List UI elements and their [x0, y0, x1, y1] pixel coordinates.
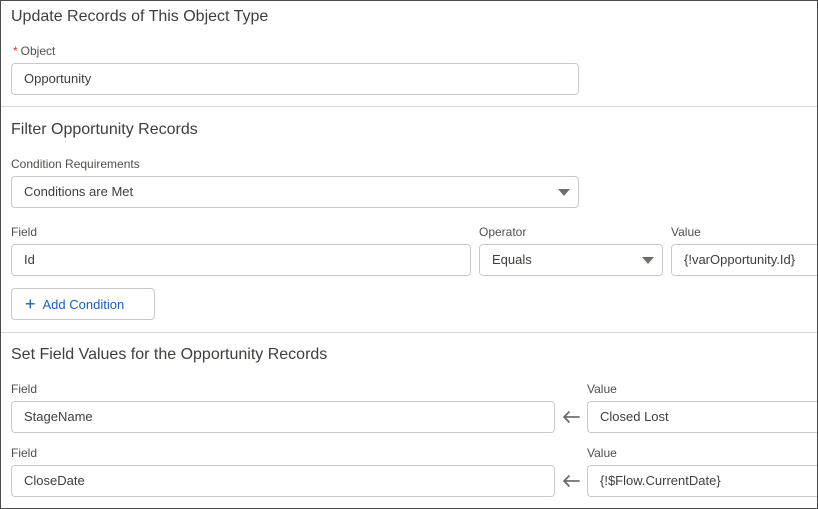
section-divider: [1, 332, 817, 333]
section-title-set-field-values: Set Field Values for the Opportunity Rec…: [11, 346, 328, 363]
chevron-down-icon: [558, 189, 570, 196]
filter-field-label: Field: [11, 225, 38, 239]
assignment-field-input[interactable]: StageName: [11, 401, 555, 433]
object-label: * Object: [13, 44, 55, 58]
filter-value-label: Value: [671, 225, 701, 239]
section-title-update-records: Update Records of This Object Type: [11, 8, 269, 25]
assignment-value-input[interactable]: {!$Flow.CurrentDate}: [587, 465, 817, 497]
filter-field-input[interactable]: Id: [11, 244, 471, 276]
section-divider: [1, 106, 817, 107]
assignment-field-input[interactable]: CloseDate: [11, 465, 555, 497]
record-update-editor: Update Records of This Object Type * Obje…: [0, 0, 818, 509]
operator-value[interactable]: Equals: [479, 244, 663, 276]
object-label-text: Object: [20, 44, 56, 58]
plus-icon: +: [25, 294, 36, 314]
assignment-value-input[interactable]: Closed Lost: [587, 401, 817, 433]
assignment-value-label: Value: [587, 382, 617, 396]
filter-value-input[interactable]: {!varOpportunity.Id}: [671, 244, 817, 276]
required-marker: *: [13, 44, 18, 58]
add-condition-button[interactable]: + Add Condition: [11, 288, 155, 320]
chevron-down-icon: [642, 257, 654, 264]
assignment-value-label: Value: [587, 446, 617, 460]
add-condition-label: Add Condition: [42, 297, 125, 312]
condition-requirements-label: Condition Requirements: [11, 157, 140, 171]
assignment-field-label: Field: [11, 446, 38, 460]
object-input[interactable]: Opportunity: [11, 63, 579, 95]
operator-label: Operator: [479, 225, 527, 239]
section-title-filter-records: Filter Opportunity Records: [11, 121, 198, 138]
arrow-left-icon: [563, 411, 580, 423]
condition-requirements-value[interactable]: Conditions are Met: [11, 176, 579, 208]
assignment-field-label: Field: [11, 382, 38, 396]
arrow-left-icon: [563, 475, 580, 487]
